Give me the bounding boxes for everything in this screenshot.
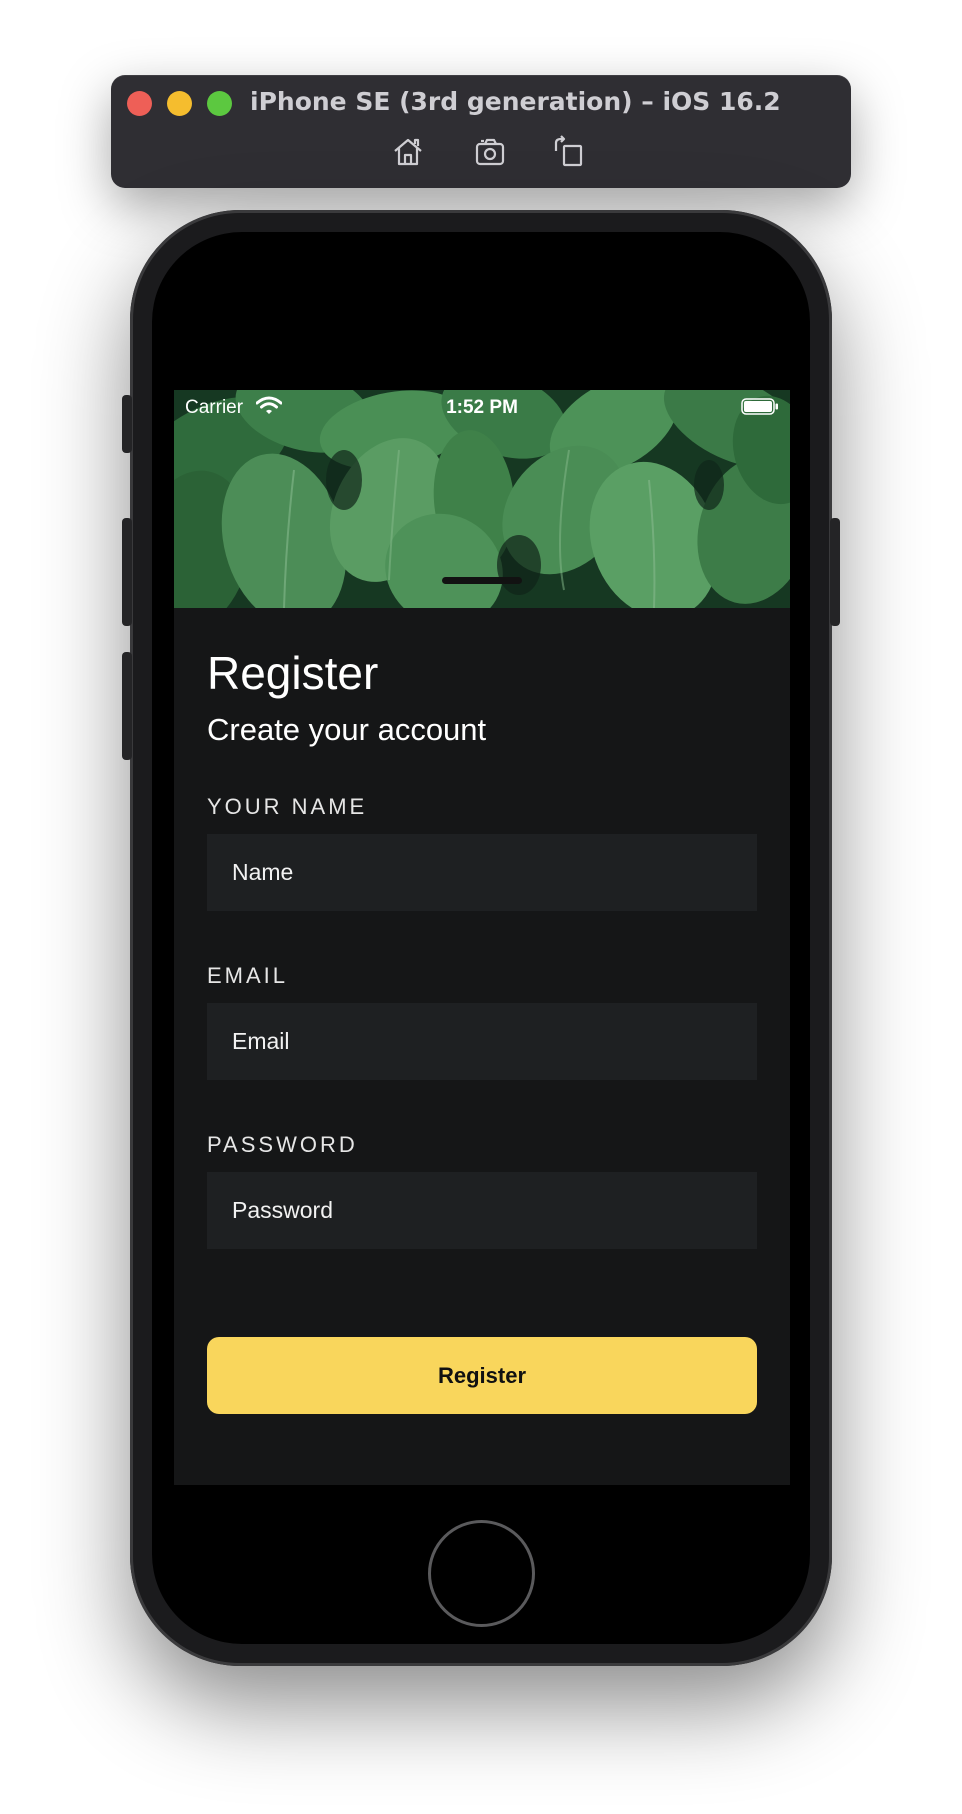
home-icon[interactable]: [391, 135, 425, 169]
screenshot-icon[interactable]: [474, 135, 508, 169]
name-input[interactable]: [207, 834, 757, 911]
minimize-window-button[interactable]: [167, 91, 192, 116]
simulator-title: iPhone SE (3rd generation) – iOS 16.2: [250, 87, 781, 116]
rotate-icon[interactable]: [551, 135, 585, 169]
mute-switch[interactable]: [122, 395, 132, 453]
email-input[interactable]: [207, 1003, 757, 1080]
status-time: 1:52 PM: [446, 397, 518, 418]
register-button[interactable]: Register: [207, 1337, 757, 1414]
simulator-toolbar: iPhone SE (3rd generation) – iOS 16.2: [111, 75, 851, 188]
password-input[interactable]: [207, 1172, 757, 1249]
power-button[interactable]: [830, 518, 840, 626]
close-window-button[interactable]: [127, 91, 152, 116]
page-subtitle: Create your account: [207, 712, 487, 747]
email-label: EMAIL: [207, 963, 289, 988]
status-bar: Carrier 1:52 PM: [174, 390, 790, 424]
password-label: PASSWORD: [207, 1132, 358, 1157]
sheet-grabber[interactable]: [442, 577, 522, 584]
volume-down-button[interactable]: [122, 652, 132, 760]
battery-icon: [741, 398, 779, 415]
name-label: YOUR NAME: [207, 794, 368, 819]
volume-up-button[interactable]: [122, 518, 132, 626]
home-button[interactable]: [428, 1520, 535, 1627]
zoom-window-button[interactable]: [207, 91, 232, 116]
app-screen: Carrier 1:52 PM Register Create your acc…: [174, 390, 790, 1485]
page-title: Register: [207, 647, 379, 699]
